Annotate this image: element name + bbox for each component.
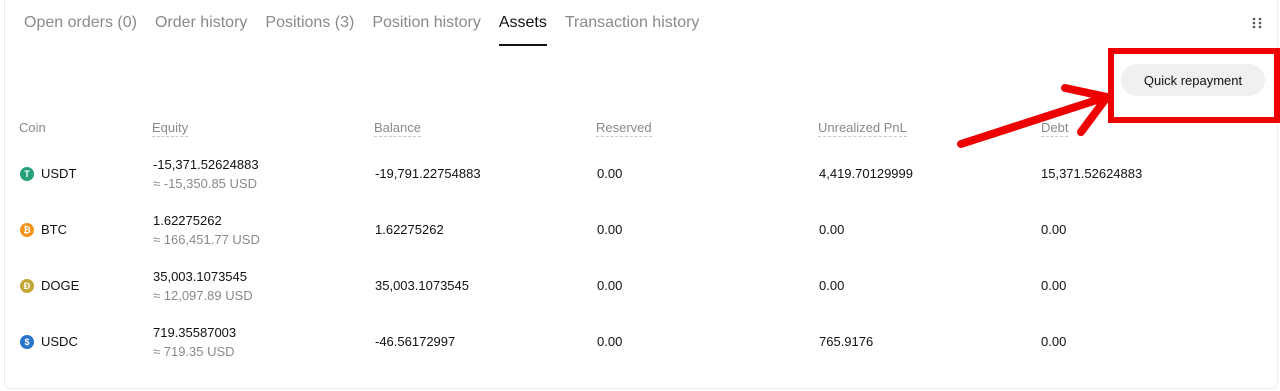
equity-value: 1.62275262 — [153, 213, 222, 228]
tether-icon: T — [20, 167, 34, 181]
balance-value: 35,003.1073545 — [375, 278, 469, 293]
coin-name: USDC — [41, 334, 78, 349]
unrealized-pnl-value: 0.00 — [819, 222, 845, 237]
equity-value: 35,003.1073545 — [153, 269, 247, 284]
tab-assets[interactable]: Assets — [498, 0, 547, 46]
reserved-value: 0.00 — [597, 334, 623, 349]
equity-usd: ≈ 719.35 USD — [153, 344, 235, 359]
debt-value: 0.00 — [1041, 334, 1067, 349]
header-debt[interactable]: Debt — [1041, 120, 1069, 137]
table-row: T USDT -15,371.52624883 ≈ -15,350.85 USD… — [0, 146, 1280, 202]
equity-value: 719.35587003 — [153, 325, 237, 340]
header-unrealized-pnl[interactable]: Unrealized PnL — [818, 120, 907, 137]
coin-name: USDT — [41, 166, 77, 181]
balance-value: -19,791.22754883 — [375, 166, 481, 181]
reserved-value: 0.00 — [597, 278, 623, 293]
equity-usd: ≈ 12,097.89 USD — [153, 288, 253, 303]
header-equity[interactable]: Equity — [152, 120, 189, 137]
tab-transaction-history[interactable]: Transaction history — [565, 0, 700, 46]
debt-value: 15,371.52624883 — [1041, 166, 1143, 181]
tab-open-orders[interactable]: Open orders (0) — [24, 0, 137, 46]
tab-position-history[interactable]: Position history — [372, 0, 481, 46]
drag-handle-icon[interactable] — [1250, 14, 1264, 32]
unrealized-pnl-value: 0.00 — [819, 278, 845, 293]
header-reserved[interactable]: Reserved — [596, 120, 652, 137]
unrealized-pnl-value: 765.9176 — [819, 334, 874, 349]
header-coin: Coin — [19, 120, 46, 135]
reserved-value: 0.00 — [597, 222, 623, 237]
usdc-icon: $ — [20, 335, 34, 349]
balance-value: 1.62275262 — [375, 222, 444, 237]
highlight-annotation-box — [1108, 48, 1280, 123]
tab-order-history[interactable]: Order history — [155, 0, 247, 46]
equity-value: -15,371.52624883 — [153, 157, 259, 172]
coin-name: DOGE — [41, 278, 80, 293]
equity-usd: ≈ -15,350.85 USD — [153, 176, 257, 191]
balance-value: -46.56172997 — [375, 334, 456, 349]
coin-name: BTC — [41, 222, 67, 237]
annotation-arrow-icon — [957, 84, 1111, 148]
table-row: Ð DOGE 35,003.1073545 ≈ 12,097.89 USD 35… — [0, 258, 1280, 314]
equity-usd: ≈ 166,451.77 USD — [153, 232, 260, 247]
debt-value: 0.00 — [1041, 278, 1067, 293]
debt-value: 0.00 — [1041, 222, 1067, 237]
tab-bar: Open orders (0) Order history Positions … — [24, 0, 717, 46]
reserved-value: 0.00 — [597, 166, 623, 181]
bitcoin-icon: ₿ — [20, 223, 34, 237]
tab-positions[interactable]: Positions (3) — [265, 0, 354, 46]
header-balance[interactable]: Balance — [374, 120, 421, 137]
unrealized-pnl-value: 4,419.70129999 — [819, 166, 913, 181]
table-row: ₿ BTC 1.62275262 ≈ 166,451.77 USD 1.6227… — [0, 202, 1280, 258]
table-row: $ USDC 719.35587003 ≈ 719.35 USD -46.561… — [0, 314, 1280, 370]
dogecoin-icon: Ð — [20, 279, 34, 293]
